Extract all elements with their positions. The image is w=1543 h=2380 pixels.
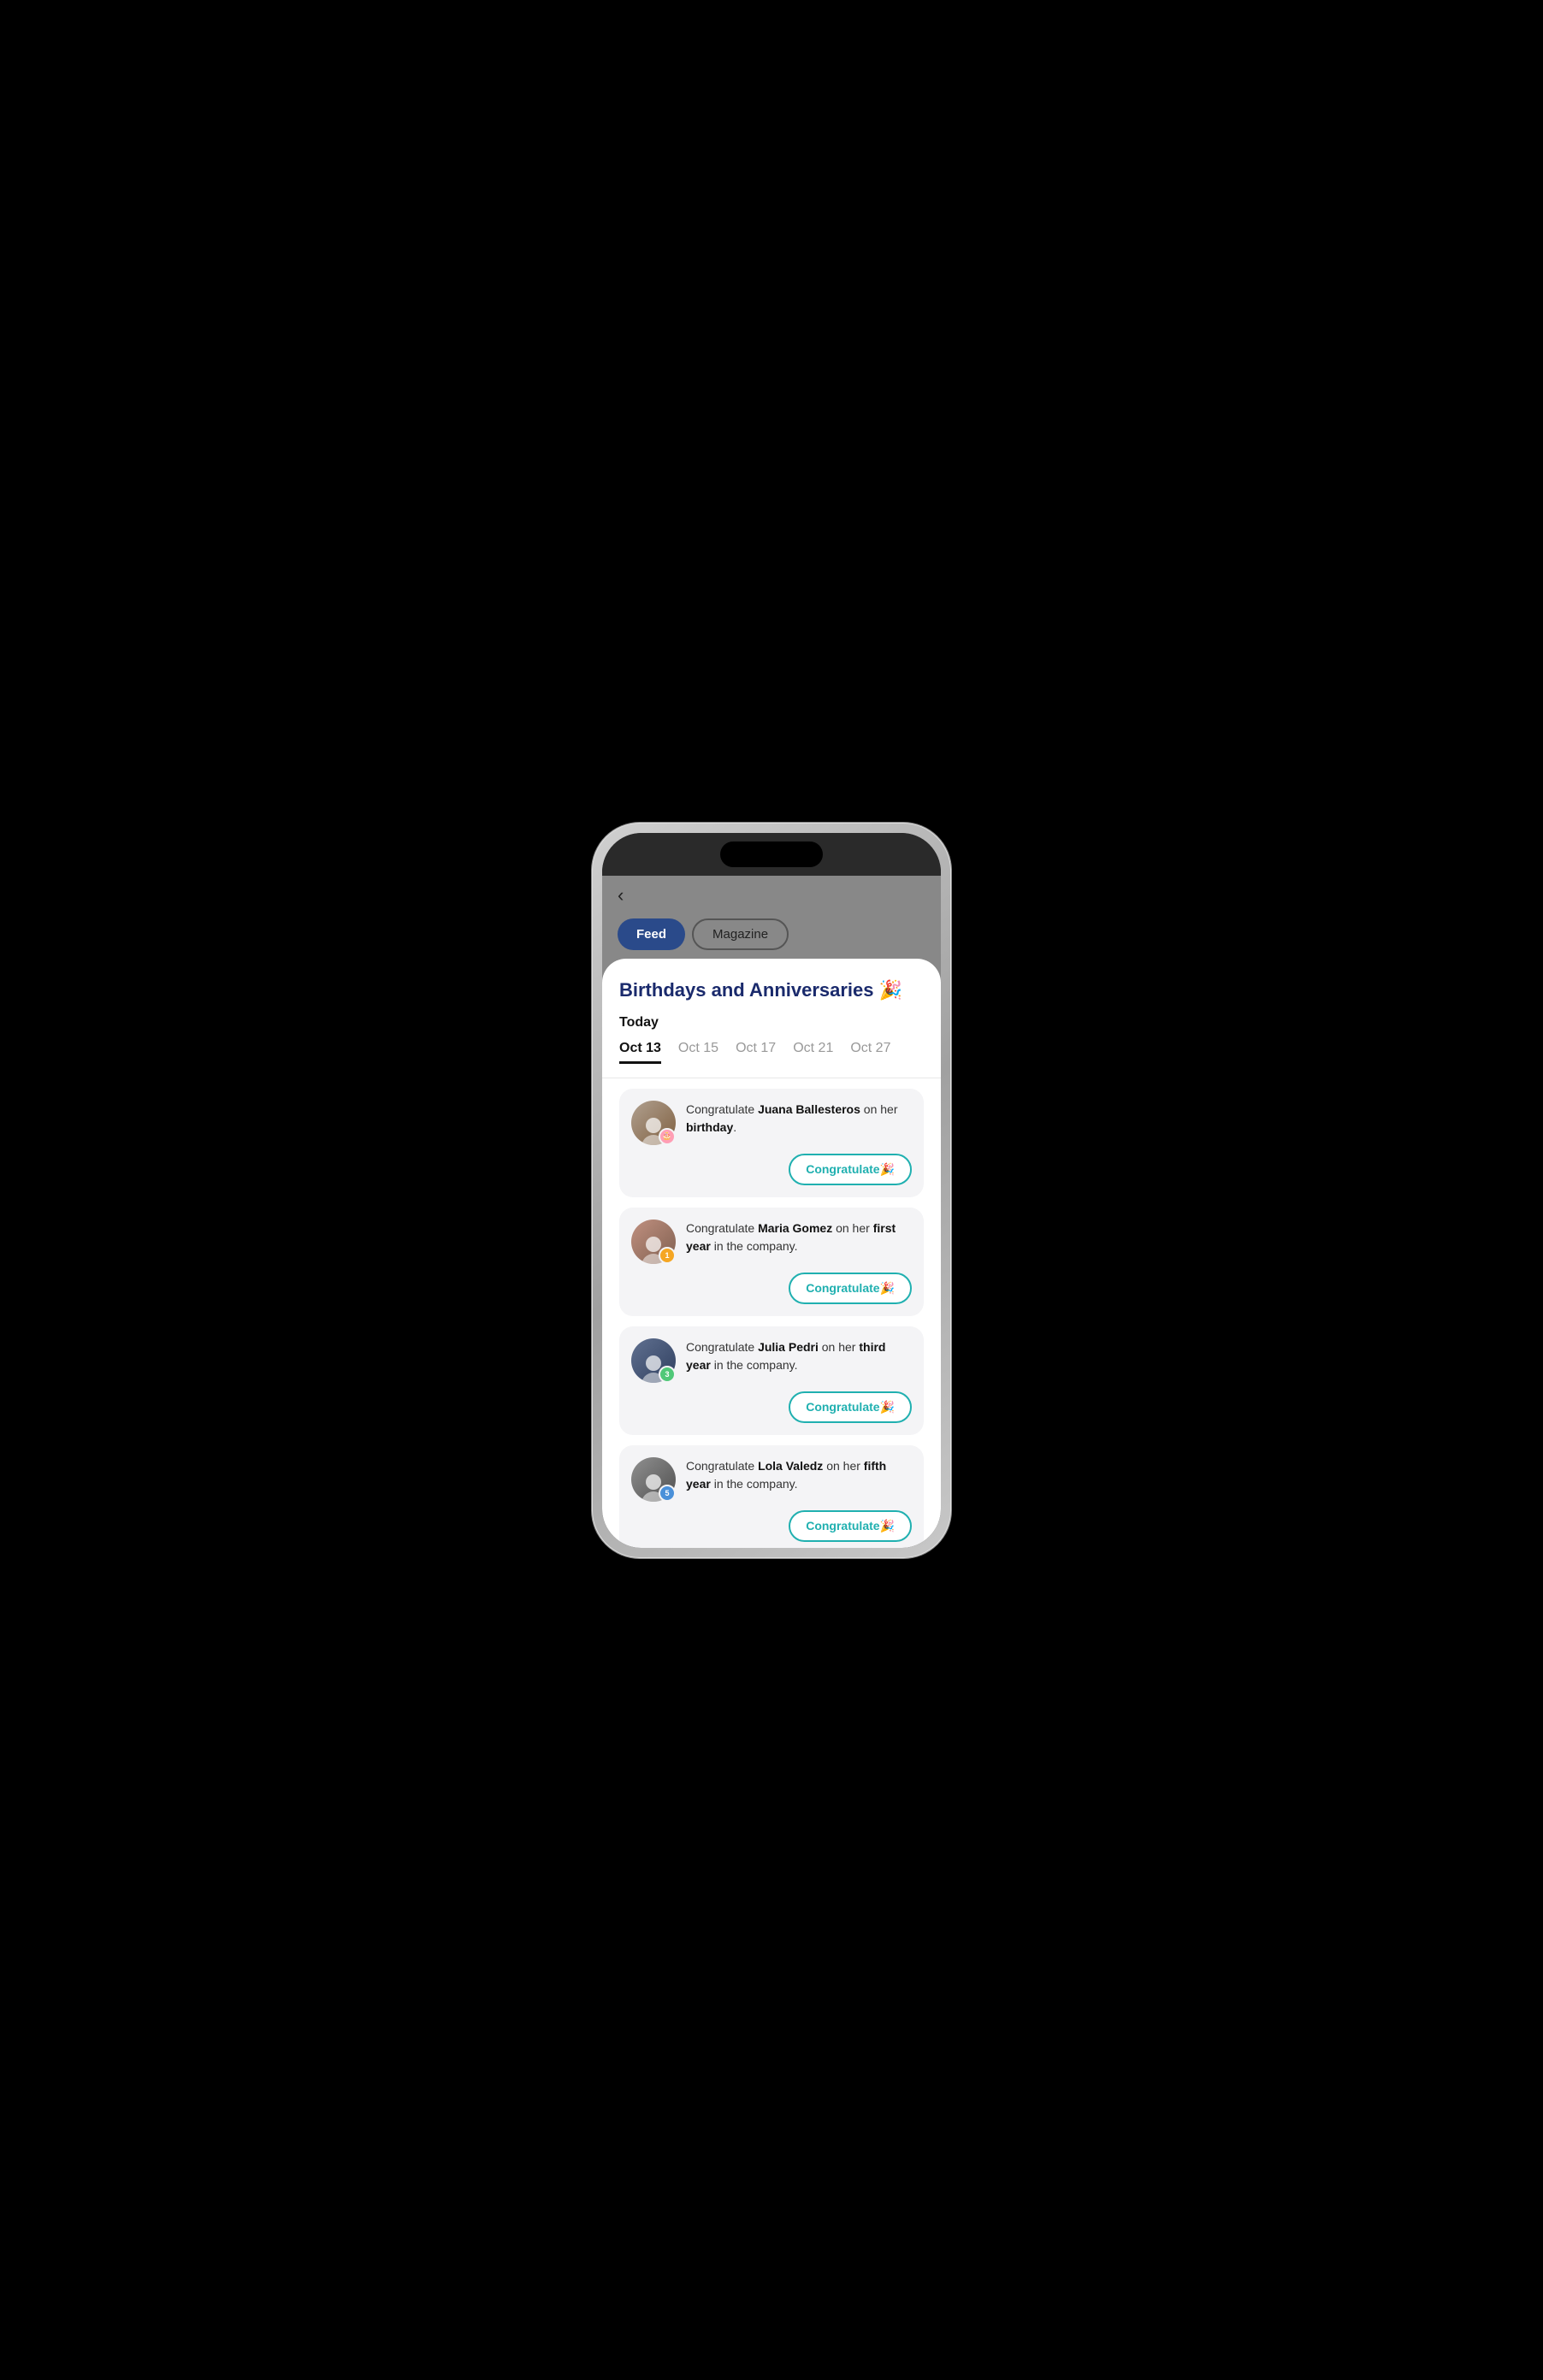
- person-name: Julia Pedri: [758, 1340, 819, 1354]
- congratulate-button[interactable]: Congratulate🎉: [789, 1391, 912, 1423]
- person-card: 🎂 Congratulate Juana Ballesteros on her …: [619, 1089, 924, 1197]
- date-tab-oct-21[interactable]: Oct 21: [793, 1041, 833, 1064]
- person-card: 1 Congratulate Maria Gomez on her first …: [619, 1208, 924, 1316]
- person-card: 5 Congratulate Lola Valedz on her fifth …: [619, 1445, 924, 1548]
- top-bar: ‹: [602, 876, 941, 913]
- anniversary-badge: 🎂: [659, 1128, 676, 1145]
- card-text: Congratulate Juana Ballesteros on her bi…: [686, 1101, 912, 1137]
- tab-feed[interactable]: Feed: [618, 918, 685, 950]
- notch: [720, 842, 823, 867]
- section-title: Birthdays and Anniversaries 🎉: [619, 979, 924, 1001]
- date-tab-oct-27[interactable]: Oct 27: [850, 1041, 890, 1064]
- avatar-wrap: 1: [631, 1220, 676, 1264]
- avatar-wrap: 🎂: [631, 1101, 676, 1145]
- app-screen: ‹ Feed Magazine Birthdays and Anniversar…: [602, 876, 941, 1548]
- phone-screen: ‹ Feed Magazine Birthdays and Anniversar…: [602, 833, 941, 1548]
- anniversary-badge: 3: [659, 1366, 676, 1383]
- tab-row: Feed Magazine: [602, 913, 941, 959]
- content-area: Birthdays and Anniversaries 🎉 Today Oct …: [602, 959, 941, 1548]
- event-description: birthday: [686, 1120, 733, 1134]
- phone-frame: ‹ Feed Magazine Birthdays and Anniversar…: [592, 823, 951, 1558]
- person-name: Juana Ballesteros: [758, 1102, 860, 1116]
- back-button[interactable]: ‹: [618, 884, 624, 907]
- date-tab-oct-17[interactable]: Oct 17: [736, 1041, 776, 1064]
- avatar-wrap: 3: [631, 1338, 676, 1383]
- card-text: Congratulate Lola Valedz on her fifth ye…: [686, 1457, 912, 1493]
- back-icon: ‹: [618, 884, 624, 907]
- person-head: [646, 1355, 661, 1371]
- person-head: [646, 1118, 661, 1133]
- date-tabs: Oct 13 Oct 15 Oct 17 Oct 21 Oct 27: [619, 1041, 924, 1064]
- person-head: [646, 1474, 661, 1490]
- card-text: Congratulate Maria Gomez on her first ye…: [686, 1220, 912, 1255]
- card-text: Congratulate Julia Pedri on her third ye…: [686, 1338, 912, 1374]
- anniversary-badge: 1: [659, 1247, 676, 1264]
- person-head: [646, 1237, 661, 1252]
- congratulate-button[interactable]: Congratulate🎉: [789, 1510, 912, 1542]
- anniversary-badge: 5: [659, 1485, 676, 1502]
- card-top: 5 Congratulate Lola Valedz on her fifth …: [631, 1457, 912, 1502]
- congratulate-button[interactable]: Congratulate🎉: [789, 1273, 912, 1304]
- people-list: 🎂 Congratulate Juana Ballesteros on her …: [619, 1089, 924, 1548]
- person-card: 3 Congratulate Julia Pedri on her third …: [619, 1326, 924, 1435]
- today-label: Today: [619, 1015, 924, 1031]
- person-name: Lola Valedz: [758, 1459, 823, 1473]
- date-tab-oct-13[interactable]: Oct 13: [619, 1041, 661, 1064]
- notch-bar: [602, 833, 941, 876]
- date-tab-oct-15[interactable]: Oct 15: [678, 1041, 718, 1064]
- person-name: Maria Gomez: [758, 1221, 832, 1235]
- avatar-wrap: 5: [631, 1457, 676, 1502]
- card-top: 1 Congratulate Maria Gomez on her first …: [631, 1220, 912, 1264]
- card-top: 🎂 Congratulate Juana Ballesteros on her …: [631, 1101, 912, 1145]
- tab-magazine[interactable]: Magazine: [692, 918, 789, 950]
- congratulate-button[interactable]: Congratulate🎉: [789, 1154, 912, 1185]
- card-top: 3 Congratulate Julia Pedri on her third …: [631, 1338, 912, 1383]
